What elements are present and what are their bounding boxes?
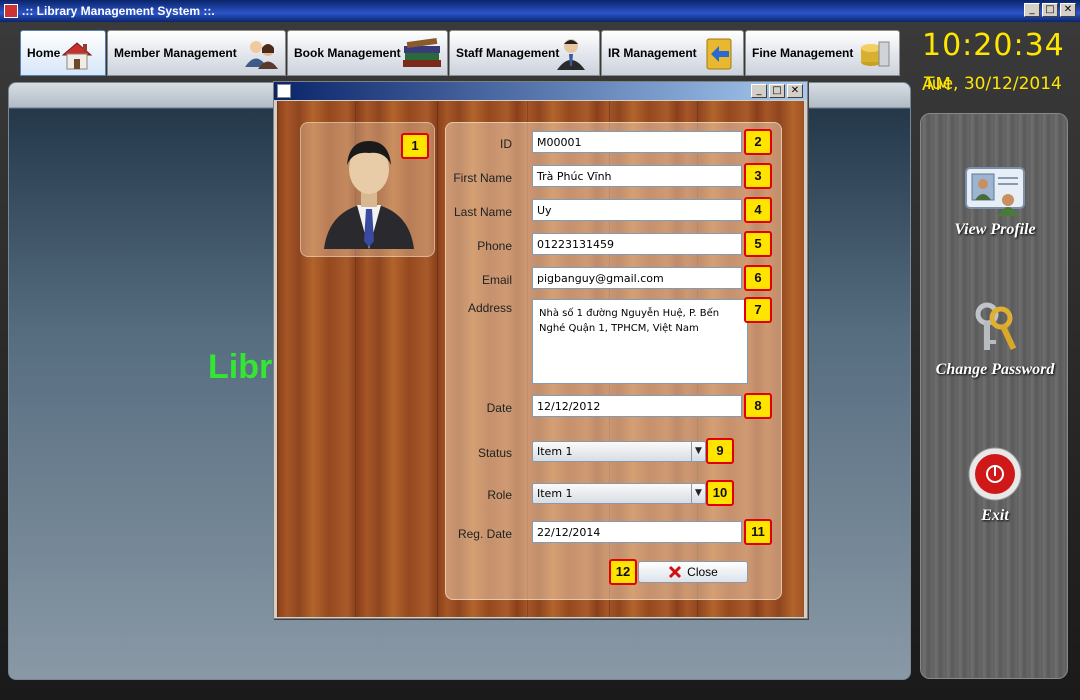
tab-label: Staff Management bbox=[456, 46, 560, 60]
email-label: Email bbox=[481, 273, 512, 287]
clock-date: Tue, 30/12/2014 bbox=[924, 74, 1062, 94]
id-badge: 2 bbox=[744, 129, 772, 155]
title-bar: .:: Library Management System ::. _ □ ✕ bbox=[0, 0, 1080, 22]
sidebar-item-change-password[interactable]: Change Password bbox=[921, 300, 1069, 379]
sidebar-panel: View Profile Change Password Exit bbox=[920, 113, 1068, 679]
role-label: Role bbox=[487, 488, 512, 502]
books-icon bbox=[403, 37, 441, 67]
house-icon bbox=[61, 42, 93, 70]
money-icon bbox=[861, 41, 890, 67]
id-label: ID bbox=[500, 137, 512, 151]
dialog-close-x-button[interactable]: ✕ bbox=[787, 84, 803, 98]
window-title: .:: Library Management System ::. bbox=[22, 4, 215, 18]
tab-home[interactable]: Home bbox=[20, 30, 106, 76]
sidebar-item-label: Exit bbox=[981, 507, 1009, 524]
close-badge: 12 bbox=[609, 559, 637, 585]
ir-icon bbox=[706, 38, 732, 70]
sidebar-item-view-profile[interactable]: View Profile bbox=[921, 162, 1069, 239]
dialog-minimize-button[interactable]: _ bbox=[751, 84, 767, 98]
tab-member-management[interactable]: Member Management bbox=[107, 30, 286, 76]
last-name-label: Last Name bbox=[453, 205, 512, 219]
profile-card-icon bbox=[965, 167, 1025, 216]
reg-date-label: Reg. Date bbox=[457, 527, 512, 541]
phone-badge: 5 bbox=[744, 231, 772, 257]
close-button[interactable]: Close bbox=[638, 561, 748, 583]
role-select[interactable]: Item 1 ▼ bbox=[532, 483, 706, 504]
first-name-label: First Name bbox=[453, 171, 512, 185]
phone-field[interactable]: 01223131459 bbox=[532, 233, 742, 255]
dialog-body: 1 ID M00001 2 First Name Trà Phúc Vĩnh 3… bbox=[277, 101, 804, 617]
role-badge: 10 bbox=[706, 480, 734, 506]
id-field[interactable]: M00001 bbox=[532, 131, 742, 153]
member-detail-dialog: _ □ ✕ 1 ID M00001 2 First Name Trà Phúc … bbox=[273, 81, 808, 619]
sidebar-item-exit[interactable]: Exit bbox=[921, 446, 1069, 525]
date-badge: 8 bbox=[744, 393, 772, 419]
app-icon bbox=[4, 4, 18, 18]
date-field[interactable]: 12/12/2012 bbox=[532, 395, 742, 417]
sidebar-item-label: View Profile bbox=[954, 221, 1036, 238]
address-badge: 7 bbox=[744, 297, 772, 323]
close-window-button[interactable]: ✕ bbox=[1060, 3, 1076, 17]
minimize-button[interactable]: _ bbox=[1024, 3, 1040, 17]
tab-book-management[interactable]: Book Management bbox=[287, 30, 448, 76]
tab-staff-management[interactable]: Staff Management bbox=[449, 30, 600, 76]
tab-ir-management[interactable]: IR Management bbox=[601, 30, 744, 76]
date-label: Date bbox=[486, 401, 512, 415]
first-name-field[interactable]: Trà Phúc Vĩnh bbox=[532, 165, 742, 187]
keys-icon bbox=[975, 302, 1017, 351]
reg-date-badge: 11 bbox=[744, 519, 772, 545]
address-label: Address bbox=[467, 301, 512, 315]
tab-label: Member Management bbox=[114, 46, 237, 60]
dialog-maximize-button[interactable]: □ bbox=[769, 84, 785, 98]
photo-panel: 1 bbox=[300, 122, 435, 257]
status-badge: 9 bbox=[706, 438, 734, 464]
close-button-label: Close bbox=[687, 565, 718, 579]
power-icon bbox=[968, 447, 1022, 501]
email-badge: 6 bbox=[744, 265, 772, 291]
status-select-value: Item 1 bbox=[537, 445, 573, 458]
status-select[interactable]: Item 1 ▼ bbox=[532, 441, 706, 462]
chevron-down-icon[interactable]: ▼ bbox=[691, 442, 705, 461]
status-label: Status bbox=[477, 446, 512, 460]
dialog-title-bar: _ □ ✕ bbox=[274, 82, 807, 100]
tab-label: Book Management bbox=[294, 46, 401, 60]
tab-label: Home bbox=[27, 46, 61, 60]
tab-fine-management[interactable]: Fine Management bbox=[745, 30, 900, 76]
phone-label: Phone bbox=[477, 239, 512, 253]
address-textarea[interactable]: Nhà số 1 đường Nguyễn Huệ, P. Bến Nghé Q… bbox=[532, 299, 748, 384]
members-icon bbox=[245, 41, 278, 69]
java-icon bbox=[277, 84, 291, 98]
close-icon bbox=[669, 565, 682, 579]
tab-label: IR Management bbox=[608, 46, 697, 60]
role-select-value: Item 1 bbox=[537, 487, 573, 500]
member-form: ID M00001 2 First Name Trà Phúc Vĩnh 3 L… bbox=[445, 122, 782, 600]
email-field[interactable]: pigbanguy@gmail.com bbox=[532, 267, 742, 289]
sidebar-item-label: Change Password bbox=[935, 361, 1055, 378]
reg-date-field[interactable]: 22/12/2014 bbox=[532, 521, 742, 543]
app-window: .:: Library Management System ::. _ □ ✕ … bbox=[0, 0, 1080, 700]
staff-icon bbox=[557, 39, 585, 70]
tab-label: Fine Management bbox=[752, 46, 854, 60]
last-name-badge: 4 bbox=[744, 197, 772, 223]
last-name-field[interactable]: Uy bbox=[532, 199, 742, 221]
first-name-badge: 3 bbox=[744, 163, 772, 189]
main-heading: Libr bbox=[208, 348, 273, 386]
chevron-down-icon[interactable]: ▼ bbox=[691, 484, 705, 503]
maximize-button[interactable]: □ bbox=[1042, 3, 1058, 17]
photo-badge: 1 bbox=[401, 133, 429, 159]
